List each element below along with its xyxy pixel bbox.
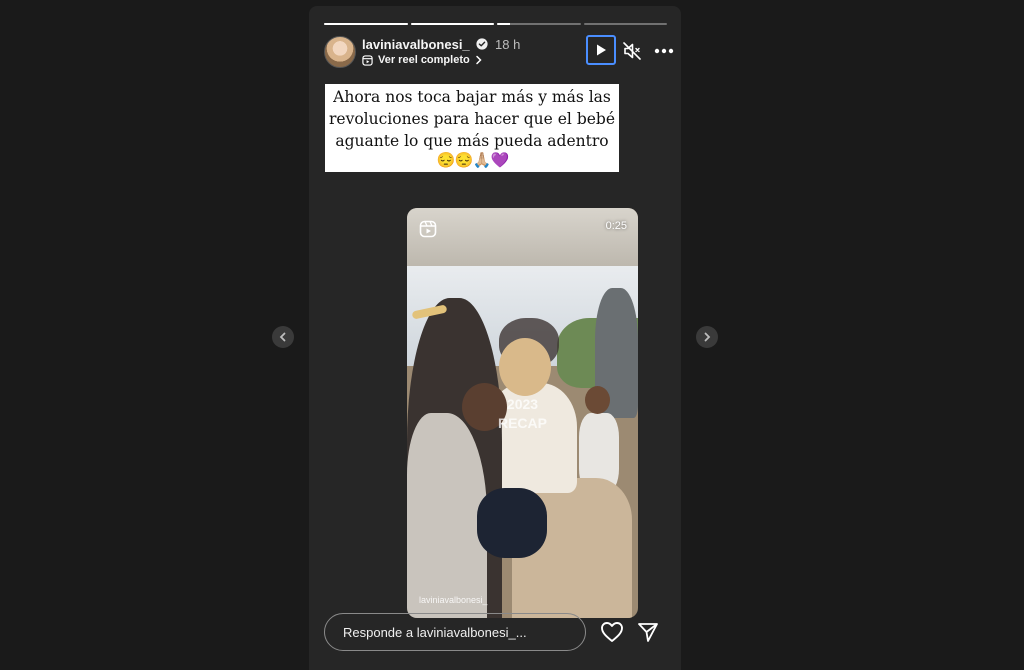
story-header: laviniavalbonesi_ 18 h Ver reel completo <box>324 34 674 74</box>
username[interactable]: laviniavalbonesi_ <box>362 37 470 52</box>
verified-badge-icon <box>476 38 488 50</box>
shared-reel-card[interactable]: 0:25 2023 RECAP laviniavalbonesi_ <box>407 208 638 618</box>
chevron-right-icon <box>475 55 482 65</box>
reel-watermark: laviniavalbonesi_ <box>419 595 488 605</box>
progress-segment <box>497 23 581 25</box>
progress-segment <box>410 23 494 25</box>
pensive-face-emoji: 😔 <box>436 151 456 169</box>
view-full-reel-link[interactable]: Ver reel completo <box>362 54 483 66</box>
reel-overlay-text: 2023 RECAP <box>407 395 638 433</box>
avatar[interactable] <box>324 36 356 68</box>
reply-input[interactable] <box>325 614 585 650</box>
progress-segment <box>583 23 667 25</box>
more-options-icon[interactable] <box>654 48 674 54</box>
purple-heart-emoji: 💜 <box>490 151 510 169</box>
chevron-left-icon <box>279 332 286 342</box>
story-timestamp: 18 h <box>495 37 521 52</box>
reel-photo-person <box>477 488 547 558</box>
folded-hands-emoji: 🙏🏼 <box>472 151 492 169</box>
reply-field-container <box>324 613 586 651</box>
reel-overlay-year: 2023 <box>506 396 539 412</box>
chevron-right-icon <box>704 332 711 342</box>
reel-photo-person <box>407 413 487 618</box>
story-caption: Ahora nos toca bajar más y más las revol… <box>325 84 619 172</box>
progress-segment <box>324 23 408 25</box>
send-icon[interactable] <box>637 621 659 643</box>
caption-line: revoluciones para hacer que el bebé <box>328 110 616 128</box>
reel-photo-awning <box>407 208 638 266</box>
caption-emojis: 😔 😔 🙏🏼 💜 <box>327 152 617 169</box>
pensive-face-emoji: 😔 <box>454 151 474 169</box>
story-viewer: laviniavalbonesi_ 18 h Ver reel completo <box>309 6 681 670</box>
reel-photo-person <box>499 338 551 396</box>
reel-duration: 0:25 <box>605 220 627 232</box>
story-progress-bar <box>324 23 667 25</box>
caption-line: Ahora nos toca bajar más y más las <box>333 88 611 106</box>
next-story-button[interactable] <box>696 326 718 348</box>
mute-icon[interactable] <box>622 41 642 61</box>
reel-icon <box>362 54 373 66</box>
previous-story-button[interactable] <box>272 326 294 348</box>
play-icon <box>597 44 606 56</box>
reel-icon <box>419 220 437 238</box>
reel-overlay-title: RECAP <box>497 415 547 431</box>
heart-icon[interactable] <box>600 621 624 643</box>
caption-line: aguante lo que más pueda adentro <box>335 132 609 150</box>
play-button[interactable] <box>586 35 616 65</box>
view-full-reel-label: Ver reel completo <box>378 54 470 66</box>
